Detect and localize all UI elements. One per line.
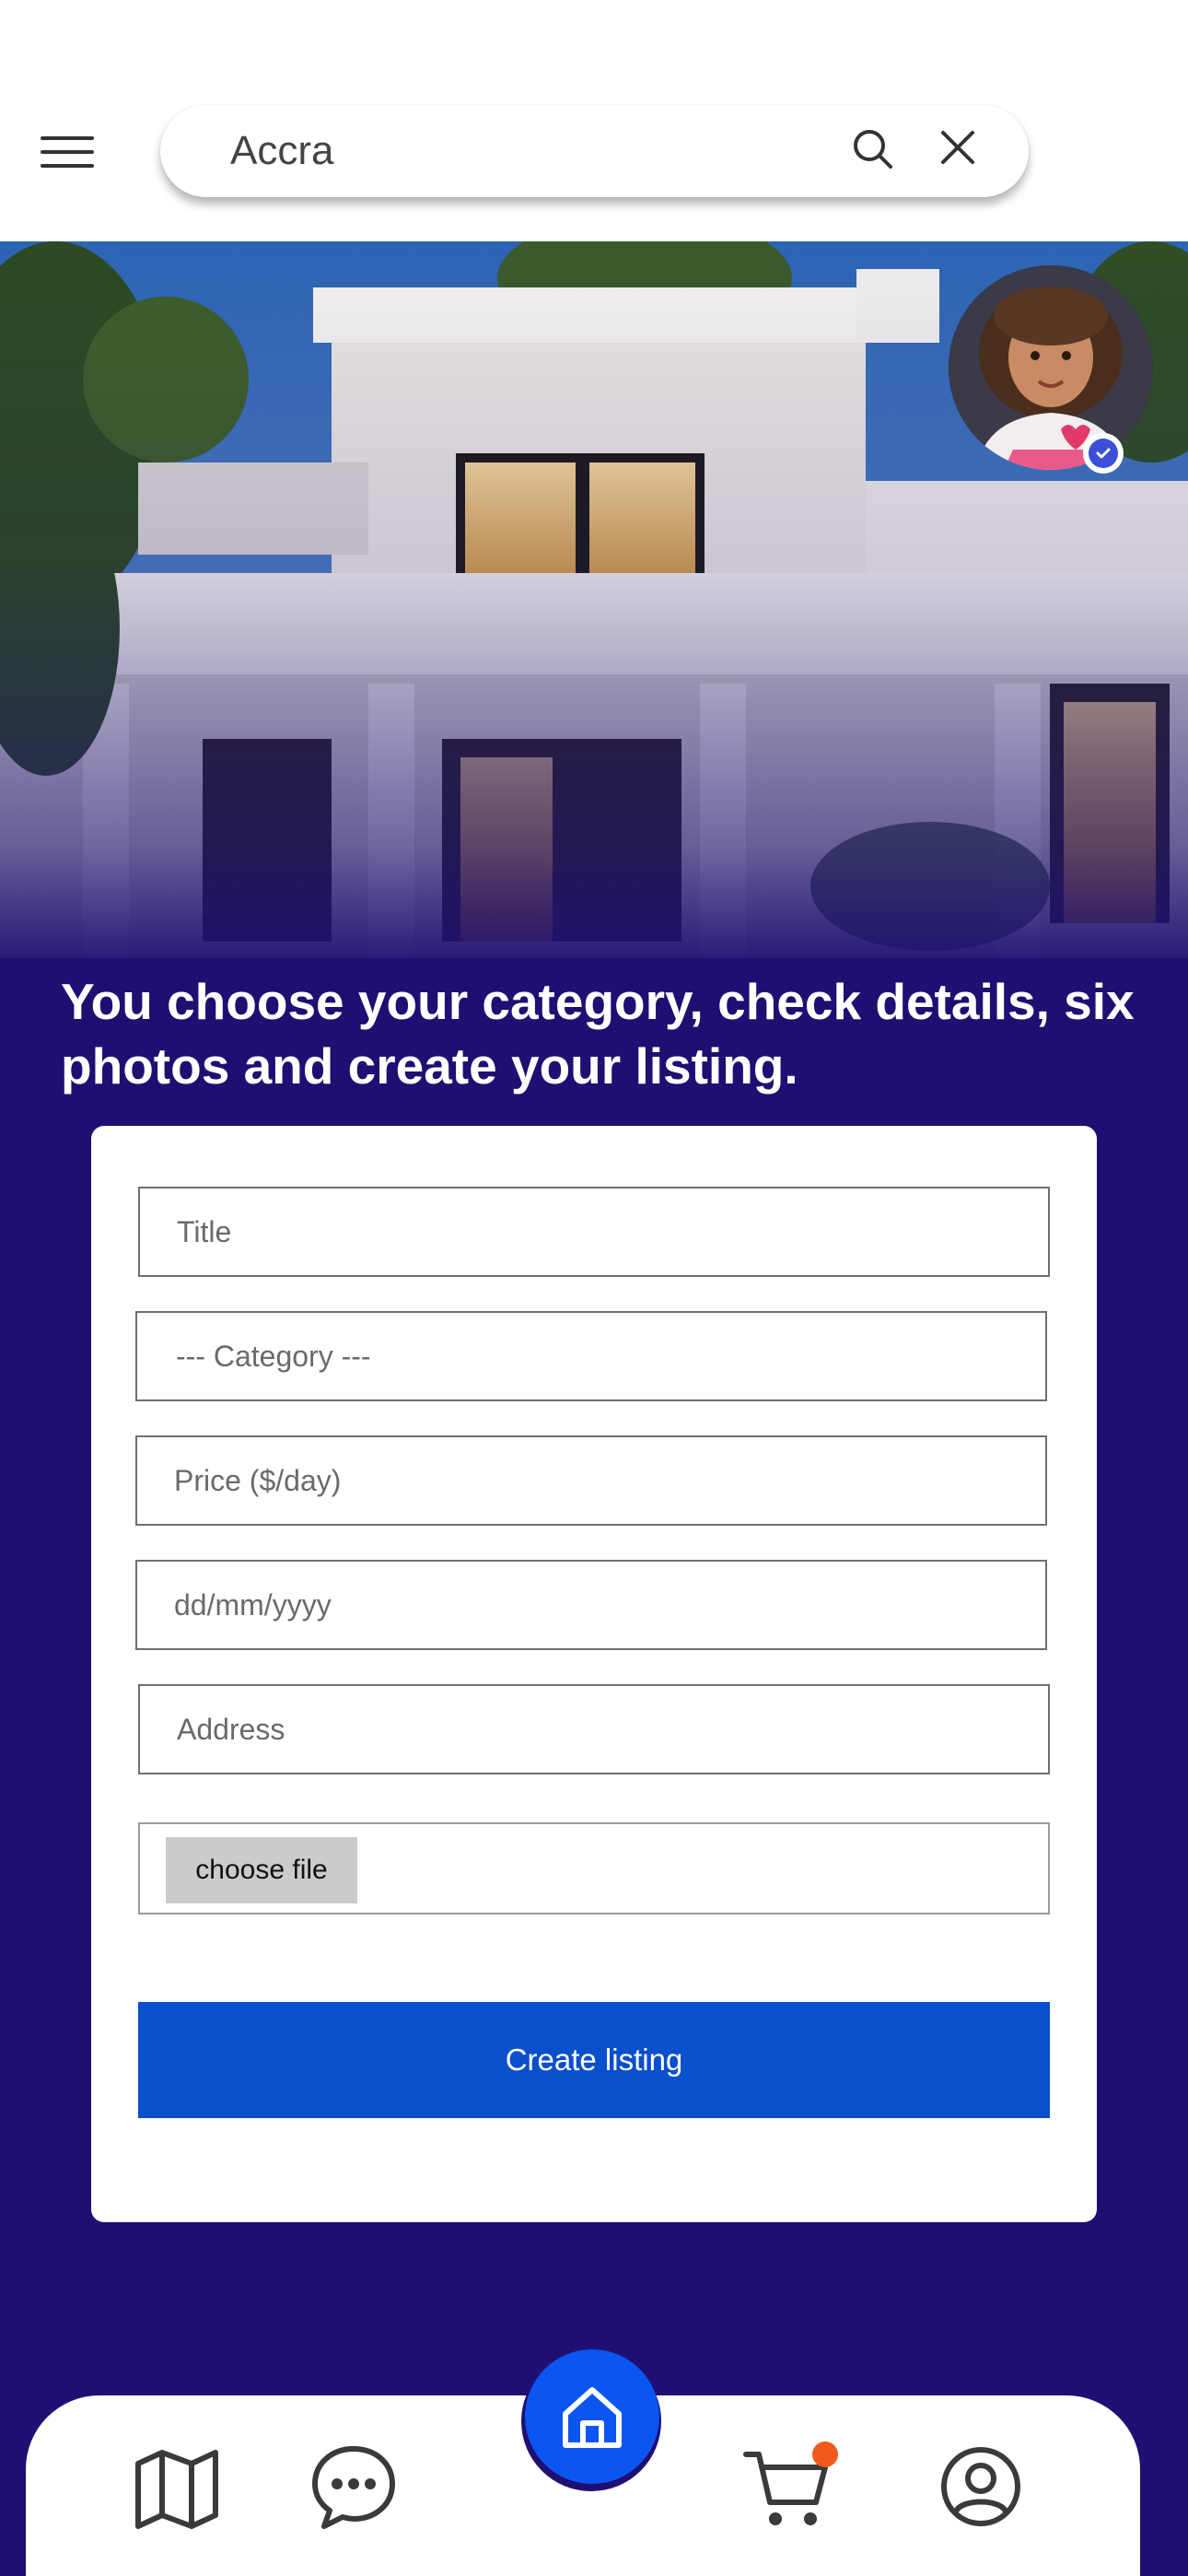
title-input[interactable] [138, 1187, 1050, 1277]
verified-badge-icon [1083, 433, 1124, 474]
top-bar [0, 0, 1188, 241]
date-input[interactable] [135, 1560, 1047, 1650]
close-icon[interactable] [934, 123, 982, 171]
user-avatar[interactable] [949, 265, 1153, 470]
cart-notification-badge [812, 2441, 838, 2467]
chat-icon[interactable] [309, 2443, 398, 2532]
category-select-label: --- Category --- [176, 1339, 371, 1373]
page-headline: You choose your category, check details,… [61, 973, 1135, 1095]
price-input[interactable] [135, 1435, 1047, 1526]
search-bar [160, 105, 1029, 197]
search-input[interactable] [230, 122, 856, 181]
hamburger-menu-icon[interactable] [41, 136, 94, 168]
search-icon[interactable] [849, 125, 897, 173]
address-input[interactable] [138, 1684, 1050, 1774]
map-icon[interactable] [134, 2447, 219, 2532]
home-icon [563, 2387, 622, 2448]
choose-file-label: choose file [195, 1855, 328, 1885]
create-listing-button[interactable]: Create listing [138, 2002, 1050, 2118]
category-select[interactable]: --- Category --- [135, 1311, 1047, 1401]
file-upload-field: choose file [138, 1822, 1050, 1914]
create-listing-label: Create listing [505, 2043, 683, 2077]
profile-icon[interactable] [939, 2445, 1022, 2528]
home-button[interactable] [525, 2349, 659, 2484]
avatar-portrait-image [949, 265, 1153, 470]
choose-file-button[interactable]: choose file [166, 1837, 357, 1903]
